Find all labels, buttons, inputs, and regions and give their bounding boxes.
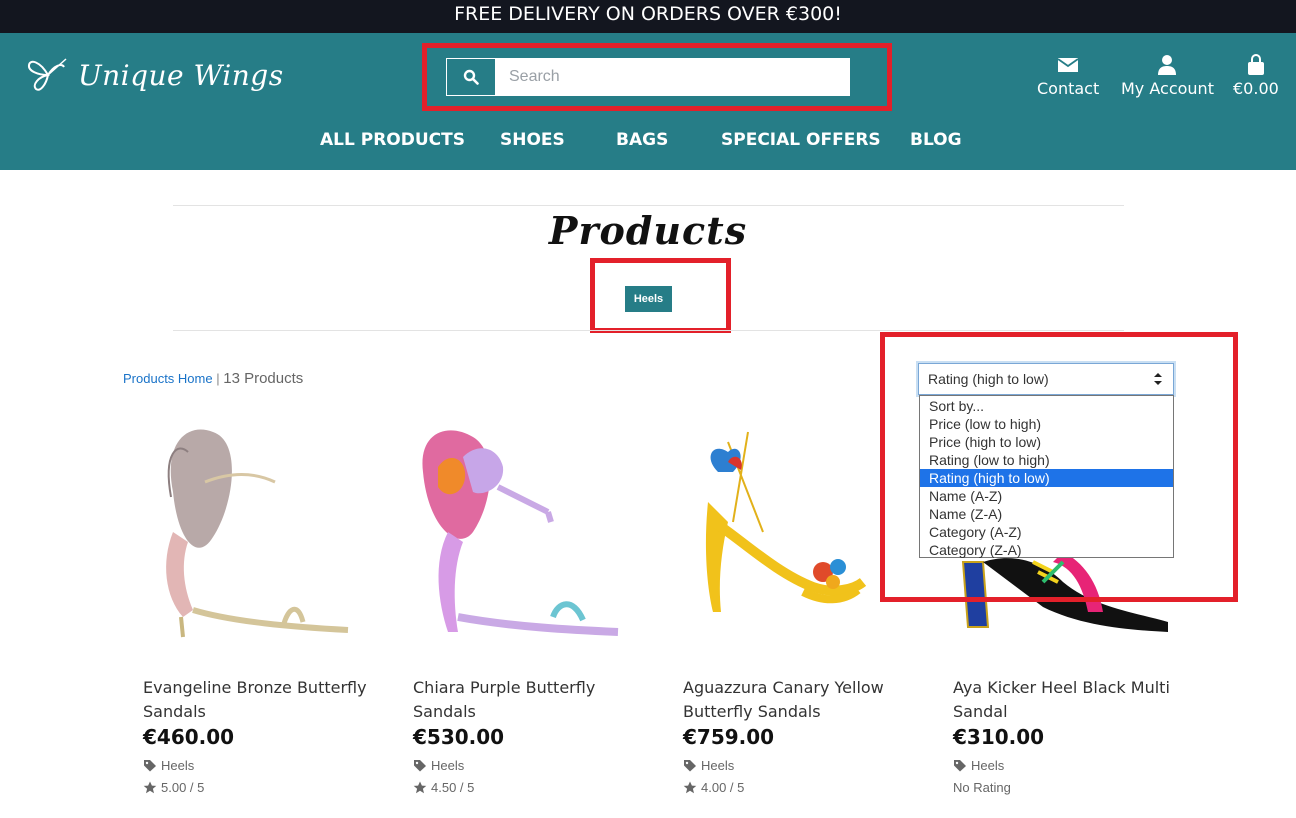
product-price: €460.00: [143, 725, 235, 749]
product-category-label: Heels: [971, 758, 1005, 773]
product-category-label: Heels: [161, 758, 195, 773]
category-filter-badge[interactable]: Heels: [625, 286, 672, 312]
product-name[interactable]: Evangeline Bronze Butterfly Sandals: [143, 676, 368, 724]
sort-option[interactable]: Rating (low to high): [920, 451, 1173, 469]
cart-link[interactable]: €0.00: [1233, 54, 1279, 98]
site-logo[interactable]: Unique Wings: [26, 52, 284, 98]
product-name[interactable]: Aguazzura Canary Yellow Butterfly Sandal…: [683, 676, 908, 724]
search-input[interactable]: [496, 58, 850, 96]
sort-option[interactable]: Sort by...: [920, 397, 1173, 415]
product-image[interactable]: [133, 412, 383, 652]
product-name[interactable]: Aya Kicker Heel Black Multi Sandal: [953, 676, 1178, 724]
sort-option[interactable]: Price (high to low): [920, 433, 1173, 451]
contact-label: Contact: [1037, 79, 1100, 98]
product-category[interactable]: Heels: [953, 758, 1004, 773]
product-rating: 4.50 / 5: [413, 780, 474, 795]
contact-link[interactable]: Contact: [1037, 54, 1099, 98]
product-category[interactable]: Heels: [413, 758, 464, 773]
sort-option[interactable]: Price (low to high): [920, 415, 1173, 433]
sort-dropdown-list: Sort by... Price (low to high) Price (hi…: [919, 395, 1174, 558]
product-price: €759.00: [683, 725, 775, 749]
product-rating-label: 5.00 / 5: [161, 780, 205, 795]
star-icon: [143, 781, 157, 794]
products-home-link[interactable]: Products Home: [123, 371, 213, 386]
product-category[interactable]: Heels: [143, 758, 194, 773]
sort-selected-value: Rating (high to low): [928, 371, 1049, 387]
product-rating-label: 4.50 / 5: [431, 780, 475, 795]
nav-special-offers[interactable]: SPECIAL OFFERS: [721, 130, 881, 150]
product-category-label: Heels: [701, 758, 735, 773]
sort-option[interactable]: Name (Z-A): [920, 505, 1173, 523]
tag-icon: [954, 760, 966, 772]
product-category[interactable]: Heels: [683, 758, 734, 773]
user-icon: [1158, 55, 1177, 75]
search-icon: [463, 69, 479, 85]
breadcrumb-separator: |: [216, 371, 220, 386]
sort-option[interactable]: Name (A-Z): [920, 487, 1173, 505]
product-image[interactable]: [673, 412, 923, 652]
select-arrows-icon: [1154, 373, 1162, 385]
product-rating: 4.00 / 5: [683, 780, 744, 795]
star-icon: [413, 781, 427, 794]
butterfly-logo-icon: [27, 58, 67, 91]
product-image[interactable]: [403, 412, 653, 652]
tag-icon: [144, 760, 156, 772]
product-rating-label: 4.00 / 5: [701, 780, 745, 795]
page-title: Products: [548, 208, 748, 253]
nav-blog[interactable]: BLOG: [910, 130, 962, 150]
tag-icon: [684, 760, 696, 772]
nav-all-products[interactable]: ALL PRODUCTS: [320, 130, 465, 150]
cart-total: €0.00: [1233, 79, 1279, 98]
product-price: €310.00: [953, 725, 1045, 749]
sort-option[interactable]: Category (A-Z): [920, 523, 1173, 541]
star-icon: [683, 781, 697, 794]
my-account-link[interactable]: My Account: [1121, 54, 1214, 98]
title-bottom-divider: [173, 330, 1124, 331]
logo-text: Unique Wings: [78, 58, 284, 92]
product-price: €530.00: [413, 725, 505, 749]
tag-icon: [414, 760, 426, 772]
sort-option-selected[interactable]: Rating (high to low): [920, 469, 1173, 487]
product-count: 13 Products: [223, 370, 304, 387]
search-button[interactable]: [446, 58, 496, 96]
my-account-label: My Account: [1121, 79, 1214, 98]
product-category-label: Heels: [431, 758, 465, 773]
product-rating: 5.00 / 5: [143, 780, 204, 795]
product-rating-label: No Rating: [953, 780, 1011, 795]
shopping-bag-icon: [1247, 54, 1264, 75]
sort-option[interactable]: Category (Z-A): [920, 541, 1173, 559]
product-name[interactable]: Chiara Purple Butterfly Sandals: [413, 676, 638, 724]
nav-bags[interactable]: BAGS: [616, 130, 668, 150]
envelope-icon: [1057, 58, 1079, 72]
sort-select[interactable]: Rating (high to low): [918, 363, 1174, 395]
search-bar: [446, 58, 850, 96]
promo-banner: FREE DELIVERY ON ORDERS OVER €300!: [0, 0, 1296, 33]
title-top-divider: [173, 205, 1124, 206]
nav-shoes[interactable]: SHOES: [500, 130, 565, 150]
breadcrumb: Products Home | 13 Products: [123, 370, 303, 387]
product-rating: No Rating: [953, 780, 1011, 795]
